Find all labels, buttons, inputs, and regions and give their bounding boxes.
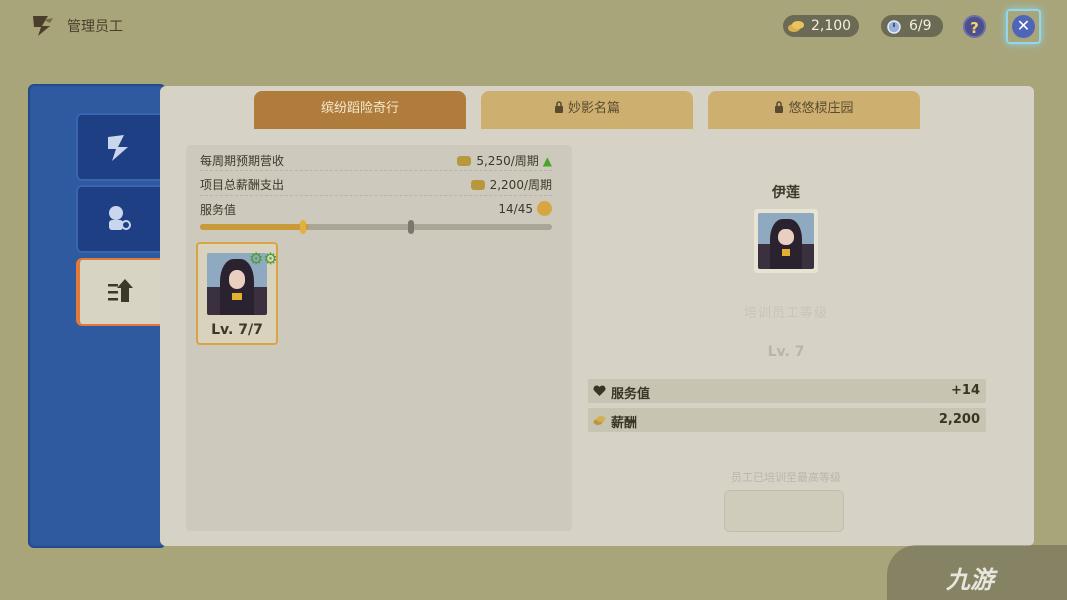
sidebar-item-manage[interactable] [76, 113, 160, 181]
staff-level: Lv. 7/7 [211, 322, 263, 338]
top-bar: 管理员工 2,100 6/9 ? ✕ [0, 0, 1067, 56]
tab-locked-2[interactable]: 悠悠棂庄园 [708, 91, 920, 129]
gear-icon: ⚙⚙ [249, 249, 278, 268]
weekly-income-value: 5,250/周期 [476, 154, 539, 168]
attr-service-label: 服务值 [611, 387, 651, 402]
staff-card[interactable]: ⚙⚙ Lv. 7/7 [196, 242, 278, 345]
help-button[interactable]: ? [963, 15, 986, 38]
service-progress-fill [200, 224, 310, 230]
manage-icon [108, 135, 128, 161]
salary-row: 项目总薪酬支出 2,200/周期 [200, 173, 552, 193]
salary-label: 项目总薪酬支出 [200, 178, 285, 192]
divider [200, 195, 552, 196]
coin-icon [470, 180, 485, 190]
service-value: 14/45 [498, 202, 533, 216]
close-button[interactable]: ✕ [1006, 9, 1041, 44]
upgrade-icon [108, 279, 133, 302]
weekly-income-row: 每周期预期营收 5,250/周期 ▲ [200, 149, 552, 169]
detail-level: Lv. 7 [767, 344, 805, 360]
weekly-income-label: 每周期预期营收 [200, 154, 285, 168]
coin-icon [457, 156, 472, 166]
staff-name: 伊莲 [772, 185, 800, 201]
timer-icon [887, 20, 901, 34]
coin-icon [593, 416, 606, 425]
close-icon: ✕ [1012, 15, 1035, 38]
smiley-icon [537, 201, 552, 216]
sidebar-item-upgrade[interactable] [76, 258, 160, 326]
attr-service-row: 服务值 +14 [588, 379, 986, 403]
coin-balance: 2,100 [783, 15, 859, 37]
detail-portrait [758, 213, 814, 269]
progress-marker-threshold [408, 220, 414, 234]
weekly-income: 5,250/周期 ▲ [457, 152, 552, 169]
attr-salary-value: 2,200 [938, 412, 980, 427]
detail-portrait-frame [754, 209, 818, 273]
train-level-button[interactable]: 培训员工等级 [720, 302, 852, 321]
service-label: 服务值 [200, 203, 237, 217]
lock-icon [554, 101, 563, 113]
manage-logo-icon [33, 16, 53, 36]
heart-icon [593, 385, 606, 396]
service-row: 服务值 14/45 [200, 198, 552, 218]
tab-active-park[interactable]: 缤纷蹈险奇行 [254, 91, 466, 129]
sidebar-item-staff[interactable] [76, 185, 160, 253]
staff-count: 6/9 [881, 15, 943, 37]
staff-count-value: 6/9 [909, 18, 932, 34]
coin-icon [788, 21, 804, 32]
tab-label: 悠悠棂庄园 [788, 101, 854, 116]
service-progress-bar [200, 224, 552, 230]
tab-label: 缤纷蹈险奇行 [320, 101, 399, 116]
coin-balance-value: 2,100 [811, 18, 852, 34]
attr-service-value: +14 [951, 383, 980, 398]
page-title: 管理员工 [67, 19, 123, 35]
divider [200, 170, 552, 171]
max-level-note: 员工已培训至最高等级 [731, 471, 841, 484]
up-arrow-icon: ▲ [542, 154, 552, 168]
attr-salary-label: 薪酬 [611, 416, 638, 431]
tab-locked-1[interactable]: 妙影名篇 [481, 91, 693, 129]
attr-salary-row: 薪酬 2,200 [588, 408, 986, 432]
tab-label: 妙影名篇 [567, 101, 620, 116]
salary: 2,200/周期 [470, 176, 552, 193]
lock-icon [775, 101, 784, 113]
watermark-logo: 九游 [946, 566, 994, 594]
staff-gear-icon [109, 206, 131, 230]
train-button-disabled[interactable] [724, 490, 844, 532]
progress-marker-current [300, 220, 306, 234]
service: 14/45 [498, 201, 552, 216]
salary-value: 2,200/周期 [489, 178, 552, 192]
